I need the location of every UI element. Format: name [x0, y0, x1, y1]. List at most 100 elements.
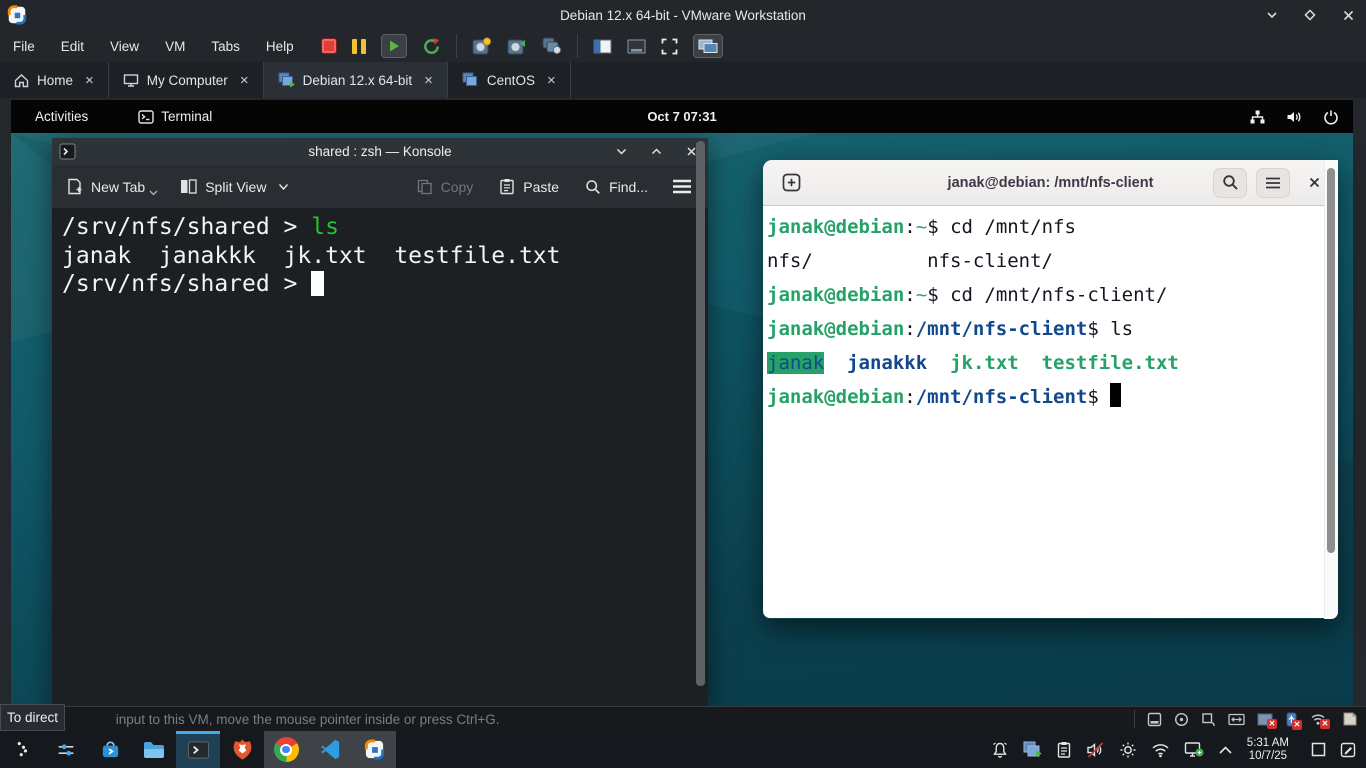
konsole-terminal[interactable]: /srv/nfs/shared > lsjanak janakkk jk.txt… — [52, 209, 708, 714]
search-button[interactable] — [1213, 168, 1247, 198]
close-icon[interactable] — [1340, 7, 1356, 23]
tab-my-computer[interactable]: My Computer × — [109, 62, 264, 98]
file-manager-icon[interactable] — [132, 731, 176, 768]
copy-label: Copy — [441, 179, 474, 195]
home-icon — [14, 73, 29, 88]
terminal-line: /srv/nfs/shared > — [62, 270, 694, 299]
konsole-scrollbar[interactable] — [696, 141, 705, 703]
minimize-icon[interactable] — [1264, 7, 1280, 23]
scrollbar-thumb[interactable] — [1327, 168, 1335, 553]
vmware-tray-icon[interactable] — [1023, 741, 1042, 758]
snapshot-manager-button[interactable] — [542, 37, 562, 55]
task-vmware[interactable] — [352, 731, 396, 768]
task-konsole[interactable] — [176, 731, 220, 768]
wifi-device-icon[interactable]: ✕ — [1310, 712, 1326, 726]
suspend-button[interactable] — [352, 39, 366, 54]
minimize-icon[interactable] — [615, 145, 628, 158]
tab-close-icon[interactable]: × — [85, 73, 94, 88]
taskbar-clock[interactable]: 5:31 AM 10/7/25 — [1247, 737, 1289, 762]
menu-file[interactable]: File — [0, 30, 48, 62]
copy-button[interactable]: Copy — [417, 179, 474, 195]
tab-label: Home — [37, 73, 73, 88]
floppy-icon[interactable] — [1201, 712, 1216, 727]
vm-running-icon — [278, 72, 295, 88]
vm-tabs-bar: Home × My Computer × Debian 12.x 64-bit … — [0, 62, 1366, 98]
clipboard-tray-icon[interactable] — [1056, 741, 1072, 759]
task-vscode[interactable] — [308, 731, 352, 768]
discover-store-icon[interactable] — [88, 731, 132, 768]
volume-muted-icon[interactable] — [1086, 741, 1105, 759]
paste-label: Paste — [523, 179, 559, 195]
console-view-button[interactable] — [627, 39, 646, 54]
split-view-label: Split View — [205, 179, 266, 195]
disconnected-badge: ✕ — [1320, 719, 1330, 729]
task-brave[interactable] — [220, 731, 264, 768]
screen-share-icon[interactable] — [1184, 741, 1204, 758]
gnome-top-bar: Activities Terminal Oct 7 07:31 — [11, 100, 1353, 133]
revert-snapshot-button[interactable] — [507, 37, 527, 55]
terminal-line: /srv/nfs/shared > ls — [62, 213, 694, 242]
tab-label: CentOS — [487, 73, 535, 88]
menu-vm[interactable]: VM — [152, 30, 198, 62]
split-view-button[interactable]: Split View — [180, 179, 289, 195]
new-tab-label: New Tab — [91, 179, 145, 195]
chrome-icon — [274, 737, 299, 762]
terminal-line: nfs/ nfs-client/ — [767, 244, 1338, 278]
tray-expand-chevron-icon[interactable] — [1218, 745, 1233, 755]
settings-sliders-icon[interactable] — [44, 731, 88, 768]
hamburger-menu-button[interactable] — [1256, 168, 1290, 198]
tab-centos-vm[interactable]: CentOS × — [448, 62, 571, 98]
virtual-desktop-icon[interactable] — [1311, 742, 1326, 757]
menu-edit[interactable]: Edit — [48, 30, 97, 62]
new-tab-button[interactable]: New Tab — [66, 178, 158, 196]
tab-close-icon[interactable]: × — [547, 73, 556, 88]
message-log-icon[interactable] — [1342, 711, 1358, 727]
app-launcher-icon[interactable] — [0, 731, 44, 768]
show-library-button[interactable] — [593, 39, 612, 54]
menu-tabs[interactable]: Tabs — [198, 30, 253, 62]
konsole-titlebar[interactable]: shared : zsh — Konsole — [52, 138, 708, 165]
scrollbar-thumb[interactable] — [696, 141, 705, 686]
device-status-icons: ✕ ✕ ✕ — [1134, 710, 1358, 728]
tab-close-icon[interactable]: × — [424, 73, 433, 88]
menu-view[interactable]: View — [97, 30, 152, 62]
network-adapter-icon[interactable] — [1228, 713, 1245, 726]
gnome-terminal-scrollbar[interactable] — [1324, 160, 1338, 619]
notifications-bell-icon[interactable] — [991, 741, 1009, 759]
notes-widget-icon[interactable] — [1340, 742, 1356, 758]
power-on-button[interactable] — [381, 34, 407, 58]
power-off-button[interactable] — [321, 38, 337, 54]
gnome-terminal-window: janak@debian: /mnt/nfs-client janak@debi… — [763, 160, 1338, 619]
task-chrome[interactable] — [264, 731, 308, 768]
wifi-tray-icon[interactable] — [1151, 742, 1170, 758]
host-taskbar: 5:31 AM 10/7/25 — [0, 731, 1366, 768]
gnome-system-indicators[interactable] — [1249, 109, 1339, 125]
menu-help[interactable]: Help — [253, 30, 307, 62]
fullscreen-button[interactable] — [661, 38, 678, 55]
disconnected-badge: ✕ — [1292, 720, 1302, 730]
find-button[interactable]: Find... — [585, 179, 648, 195]
cd-rom-icon[interactable] — [1174, 712, 1189, 727]
clock-time: 5:31 AM — [1247, 737, 1289, 750]
take-snapshot-button[interactable] — [472, 37, 492, 55]
usb-device-icon[interactable]: ✕ — [1285, 712, 1298, 727]
reset-button[interactable] — [422, 37, 441, 56]
paste-button[interactable]: Paste — [499, 178, 559, 195]
tab-debian-vm[interactable]: Debian 12.x 64-bit × — [264, 62, 448, 98]
maximize-icon[interactable] — [1302, 7, 1318, 23]
hard-disk-icon[interactable] — [1147, 712, 1162, 727]
konsole-window-controls — [615, 145, 698, 158]
system-tray: 5:31 AM 10/7/25 — [991, 737, 1360, 762]
tab-close-icon[interactable]: × — [240, 73, 249, 88]
tab-home[interactable]: Home × — [0, 62, 109, 98]
hamburger-menu-icon[interactable] — [672, 179, 692, 194]
gnome-terminal-headerbar[interactable]: janak@debian: /mnt/nfs-client — [763, 160, 1338, 206]
display-device-icon[interactable]: ✕ — [1257, 713, 1273, 726]
gnome-clock[interactable]: Oct 7 07:31 — [11, 109, 1353, 124]
unity-mode-button[interactable] — [693, 34, 723, 58]
maximize-icon[interactable] — [650, 145, 663, 158]
gnome-terminal-screen[interactable]: janak@debian:~$ cd /mnt/nfsnfs/ nfs-clie… — [763, 206, 1338, 618]
brightness-icon[interactable] — [1119, 741, 1137, 759]
konsole-window: shared : zsh — Konsole New Tab — [52, 138, 708, 715]
power-icon — [1323, 109, 1339, 125]
